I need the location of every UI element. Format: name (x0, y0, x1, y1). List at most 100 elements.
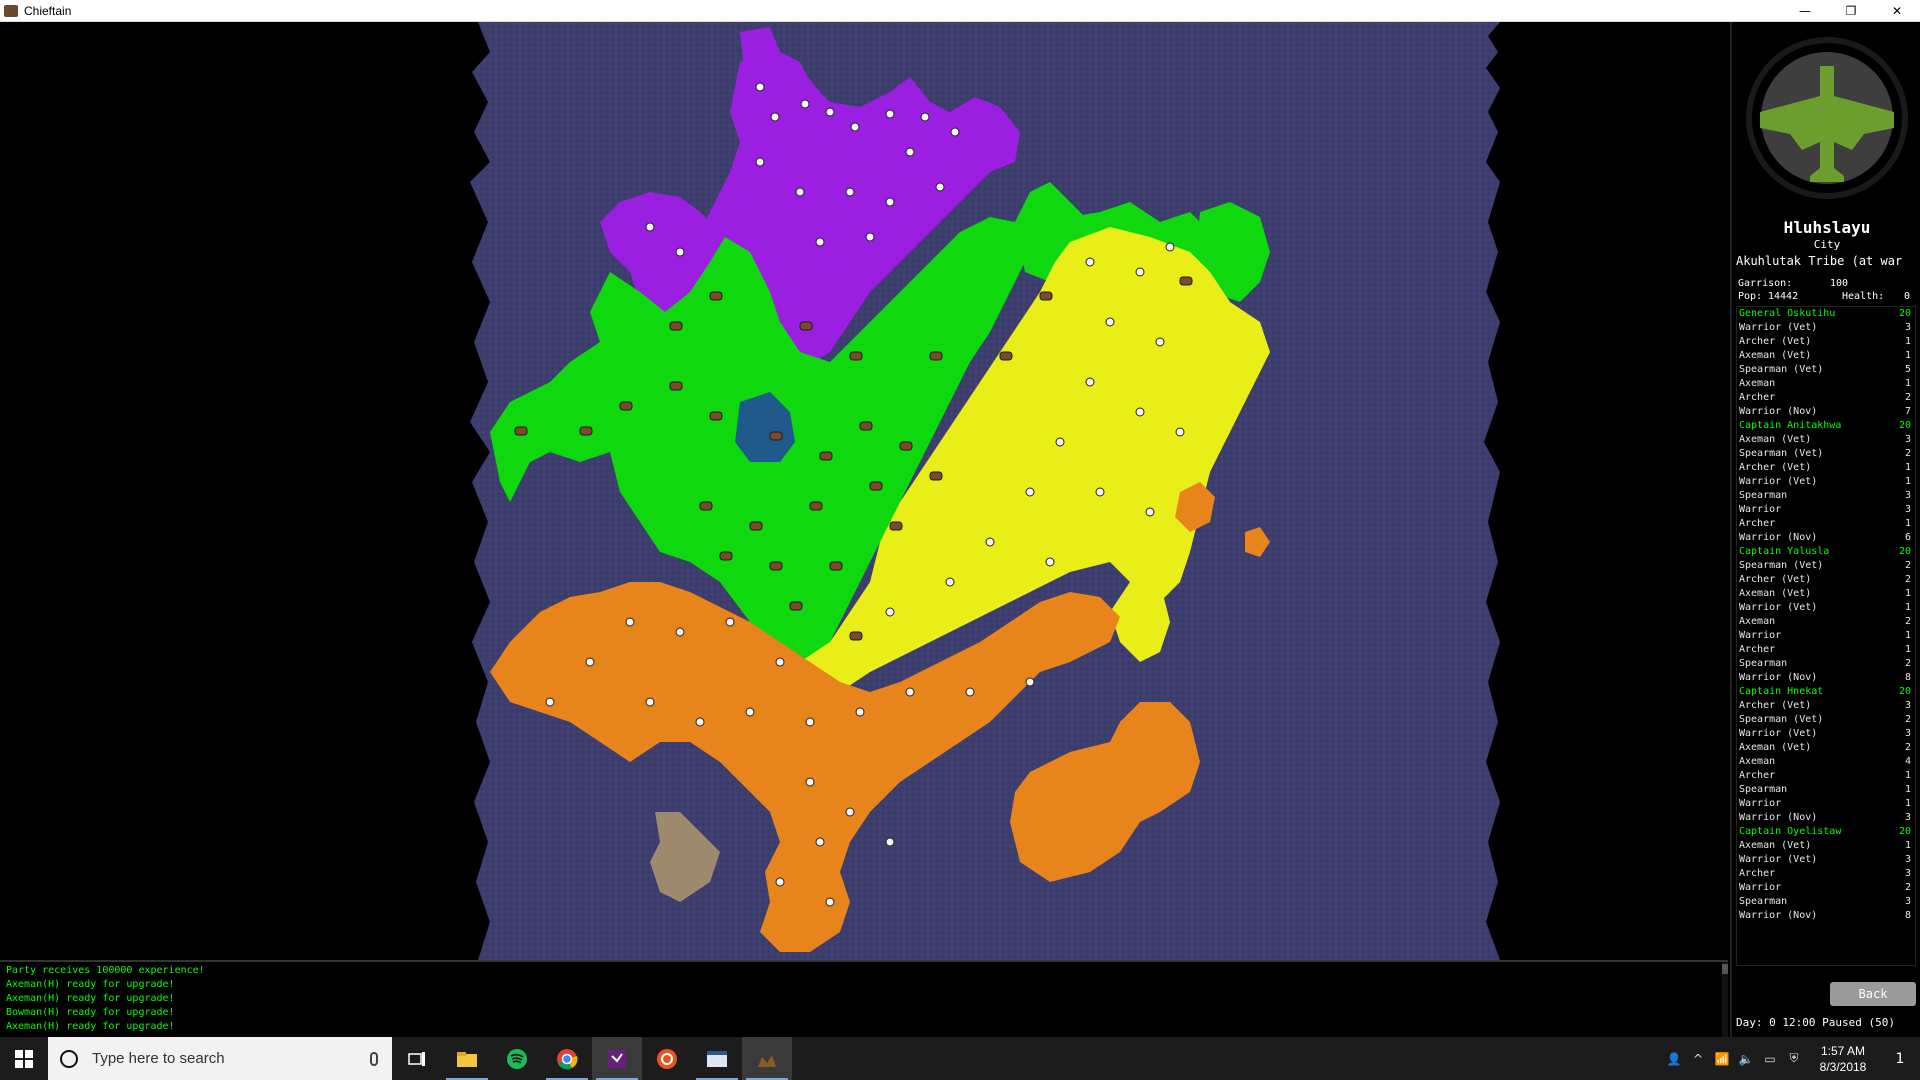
health-value: 0 (1904, 291, 1911, 302)
unit-row[interactable]: Warrior (Vet) 3 (1737, 727, 1915, 741)
garrison-label: Garrison: (1738, 278, 1793, 289)
unit-row[interactable]: Spearman 3 (1737, 895, 1915, 909)
unit-count: 7 (1904, 406, 1911, 417)
unit-leader-row[interactable]: Captain Yalusla 20 (1737, 545, 1915, 559)
unit-name: Warrior (Vet) (1739, 602, 1818, 613)
unit-row[interactable]: Axeman (Vet) 2 (1737, 741, 1915, 755)
unit-row[interactable]: Axeman 4 (1737, 755, 1915, 769)
unit-count: 3 (1904, 434, 1911, 445)
unit-row[interactable]: Warrior (Nov) 8 (1737, 671, 1915, 685)
unit-count: 1 (1904, 602, 1911, 613)
notification-center-icon[interactable]: 1 (1880, 1037, 1920, 1080)
volume-icon[interactable]: 🔈 (1734, 1037, 1758, 1080)
unit-name: Archer (1739, 770, 1776, 781)
unit-name: Archer (1739, 868, 1776, 879)
cortana-icon (60, 1049, 78, 1068)
unit-row[interactable]: Spearman (Vet) 2 (1737, 447, 1915, 461)
unit-leader-row[interactable]: Captain Anitakhwa 20 (1737, 419, 1915, 433)
unit-row[interactable]: Axeman (Vet) 1 (1737, 839, 1915, 853)
unit-name: Axeman (Vet) (1739, 840, 1812, 851)
unit-row[interactable]: Warrior (Nov) 6 (1737, 531, 1915, 545)
unit-leader-row[interactable]: General Oskutihu 20 (1737, 307, 1915, 321)
unit-row[interactable]: Archer 2 (1737, 391, 1915, 405)
spotify-icon[interactable] (492, 1037, 542, 1080)
unit-row[interactable]: Spearman (Vet) 2 (1737, 559, 1915, 573)
unit-row[interactable]: Spearman 2 (1737, 657, 1915, 671)
unit-leader-row[interactable]: Captain Hnekat 20 (1737, 685, 1915, 699)
unit-row[interactable]: Archer 1 (1737, 643, 1915, 657)
log-scrollbar[interactable] (1722, 962, 1728, 1039)
unit-row[interactable]: Spearman (Vet) 2 (1737, 713, 1915, 727)
app-window-icon[interactable] (692, 1037, 742, 1080)
log-line: Axeman(H) ready for upgrade! (6, 1021, 175, 1032)
unit-name: Archer (1739, 644, 1776, 655)
window-title-bar[interactable]: Chieftain — ❐ ✕ (0, 0, 1920, 22)
unit-row[interactable]: Axeman 2 (1737, 615, 1915, 629)
visual-studio-icon[interactable] (592, 1037, 642, 1080)
unit-row[interactable]: Warrior (Vet) 1 (1737, 601, 1915, 615)
unit-row[interactable]: Archer (Vet) 3 (1737, 699, 1915, 713)
unit-row[interactable]: Warrior (Vet) 3 (1737, 321, 1915, 335)
unit-name: Captain Yalusla (1739, 546, 1830, 557)
garrison-unit-list[interactable]: General Oskutihu 20 Warrior (Vet) 3 Archer (… (1736, 306, 1916, 966)
unit-row[interactable]: Spearman 3 (1737, 489, 1915, 503)
ubuntu-icon[interactable] (642, 1037, 692, 1080)
start-button[interactable] (0, 1037, 48, 1080)
back-button[interactable]: Back (1830, 982, 1916, 1006)
unit-row[interactable]: Spearman (Vet) 5 (1737, 363, 1915, 377)
unit-row[interactable]: Warrior (Vet) 1 (1737, 475, 1915, 489)
chevron-up-icon[interactable]: ^ (1686, 1037, 1710, 1080)
task-view-icon[interactable] (392, 1037, 442, 1080)
unit-row[interactable]: Warrior 3 (1737, 503, 1915, 517)
unit-row[interactable]: Warrior (Nov) 3 (1737, 811, 1915, 825)
unit-row[interactable]: Archer 1 (1737, 517, 1915, 531)
unit-count: 1 (1904, 784, 1911, 795)
unit-row[interactable]: Axeman (Vet) 1 (1737, 349, 1915, 363)
restore-button[interactable]: ❐ (1828, 0, 1874, 22)
unit-count: 3 (1904, 700, 1911, 711)
world-map-canvas[interactable] (470, 22, 1510, 960)
microphone-icon[interactable] (370, 1051, 378, 1066)
unit-row[interactable]: Warrior (Vet) 3 (1737, 853, 1915, 867)
game-viewport[interactable]: Hluhslayu City Akuhlutak Tribe (at war G… (0, 22, 1920, 1039)
unit-leader-row[interactable]: Captain Oyelistaw 20 (1737, 825, 1915, 839)
unit-row[interactable]: Archer (Vet) 2 (1737, 573, 1915, 587)
unit-name: Warrior (1739, 630, 1782, 641)
unit-row[interactable]: Warrior (Nov) 8 (1737, 909, 1915, 923)
unit-row[interactable]: Archer 3 (1737, 867, 1915, 881)
close-button[interactable]: ✕ (1874, 0, 1920, 22)
garrison-row: Garrison: 100 (1738, 278, 1918, 291)
people-icon[interactable]: 👤 (1662, 1037, 1686, 1080)
minimize-button[interactable]: — (1782, 0, 1828, 22)
unit-row[interactable]: Archer (Vet) 1 (1737, 335, 1915, 349)
network-icon[interactable]: 📶 (1710, 1037, 1734, 1080)
log-scrollbar-thumb[interactable] (1722, 964, 1728, 974)
unit-row[interactable]: Axeman (Vet) 1 (1737, 587, 1915, 601)
chrome-icon[interactable] (542, 1037, 592, 1080)
unit-count: 2 (1904, 882, 1911, 893)
taskbar-clock[interactable]: 1:57 AM 8/3/2018 (1806, 1043, 1880, 1075)
unit-row[interactable]: Archer 1 (1737, 769, 1915, 783)
unit-row[interactable]: Axeman 1 (1737, 377, 1915, 391)
chieftain-icon[interactable] (742, 1037, 792, 1080)
unit-row[interactable]: Axeman (Vet) 3 (1737, 433, 1915, 447)
unit-name: Warrior (Nov) (1739, 532, 1818, 543)
message-log[interactable]: Party receives 100000 experience! Axeman… (0, 960, 1728, 1039)
taskbar-search-box[interactable]: Type here to search (48, 1037, 392, 1080)
unit-row[interactable]: Warrior 1 (1737, 797, 1915, 811)
log-line: Bowman(H) ready for upgrade! (6, 1007, 175, 1018)
unit-count: 2 (1904, 658, 1911, 669)
unit-row[interactable]: Warrior 1 (1737, 629, 1915, 643)
unit-count: 1 (1904, 644, 1911, 655)
battery-icon[interactable]: ▭ (1758, 1037, 1782, 1080)
unit-row[interactable]: Archer (Vet) 1 (1737, 461, 1915, 475)
unit-row[interactable]: Spearman 1 (1737, 783, 1915, 797)
file-explorer-icon[interactable] (442, 1037, 492, 1080)
unit-row[interactable]: Warrior 2 (1737, 881, 1915, 895)
unit-row[interactable]: Warrior (Nov) 7 (1737, 405, 1915, 419)
unit-name: Archer (1739, 518, 1776, 529)
unit-name: Captain Anitakhwa (1739, 420, 1842, 431)
world-map[interactable] (470, 22, 1510, 960)
security-alert-icon[interactable]: ⛨ (1782, 1037, 1806, 1080)
unit-count: 2 (1904, 742, 1911, 753)
